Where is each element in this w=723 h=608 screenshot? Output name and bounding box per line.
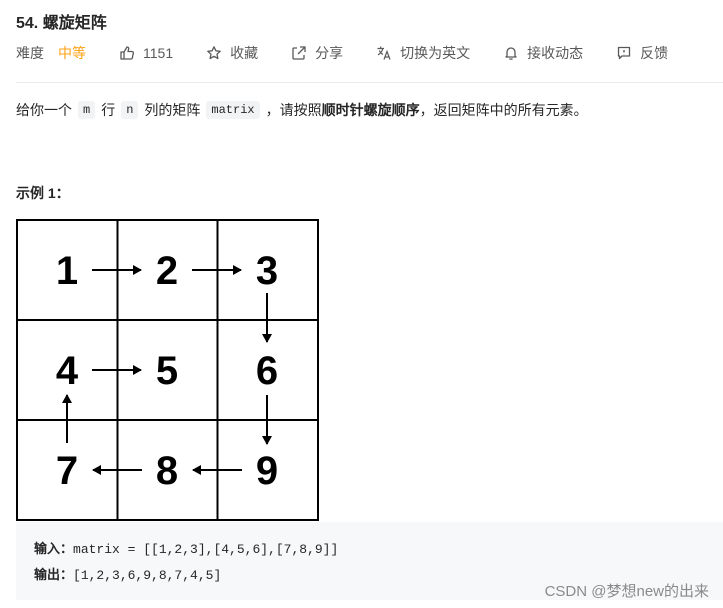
- input-label: 输入：: [34, 542, 74, 557]
- subscribe-label: 接收动态: [527, 45, 584, 61]
- matrix-cell: 1: [56, 249, 78, 293]
- feedback-button[interactable]: 反馈: [616, 43, 668, 63]
- desc-text: 行: [101, 102, 116, 118]
- matrix-cell: 4: [56, 349, 79, 393]
- matrix-cell: 3: [256, 249, 278, 293]
- matrix-cell: 9: [256, 449, 278, 493]
- difficulty-label: 难度: [16, 45, 44, 61]
- difficulty-badge: 中等: [58, 45, 86, 61]
- share-label: 分享: [315, 45, 344, 61]
- matrix-cell: 6: [256, 349, 278, 393]
- inline-code-matrix: matrix: [206, 101, 260, 119]
- desc-text: 列的矩阵: [144, 102, 201, 118]
- share-button[interactable]: 分享: [291, 43, 343, 63]
- favorite-button[interactable]: 收藏: [206, 43, 258, 63]
- inline-code-m: m: [78, 101, 96, 119]
- translate-icon: [377, 46, 391, 60]
- feedback-icon: [617, 46, 631, 60]
- output-label: 输出：: [34, 568, 74, 583]
- divider: [16, 82, 723, 83]
- desc-text: 给你一个: [16, 102, 72, 118]
- problem-meta-bar: 难度 中等 1151 收藏 分享 切换为英文 接收动态 反馈: [16, 43, 701, 63]
- desc-text: ，请按照: [265, 102, 322, 118]
- star-icon: [207, 46, 221, 60]
- output-value: [1,2,3,6,9,8,7,4,5]: [73, 568, 222, 583]
- matrix-cell: 2: [156, 249, 178, 293]
- spiral-matrix-figure: 1 2 3 4 5 6 7 8 9: [16, 219, 319, 526]
- switch-language-button[interactable]: 切换为英文: [376, 43, 470, 63]
- example-title: 示例 1：: [16, 185, 70, 201]
- problem-description: 给你一个 m 行 n 列的矩阵 matrix ，请按照 顺时针螺旋顺序 ，返回矩…: [16, 100, 588, 120]
- bell-icon: [505, 47, 517, 60]
- matrix-diagram: 1 2 3 4 5 6 7 8 9: [16, 219, 319, 521]
- matrix-cell: 8: [156, 449, 178, 493]
- switch-language-label: 切换为英文: [400, 45, 471, 61]
- problem-title: 54. 螺旋矩阵: [16, 15, 107, 32]
- like-count: 1151: [143, 45, 174, 61]
- like-button[interactable]: 1151: [119, 45, 173, 61]
- input-value: matrix = [[1,2,3],[4,5,6],[7,8,9]]: [73, 542, 339, 557]
- matrix-cell: 5: [156, 349, 178, 393]
- subscribe-button[interactable]: 接收动态: [503, 43, 583, 63]
- matrix-cell: 7: [56, 449, 78, 493]
- example-input-line: 输入：matrix = [[1,2,3],[4,5,6],[7,8,9]]: [34, 538, 338, 557]
- feedback-label: 反馈: [640, 45, 669, 61]
- example-output-line: 输出：[1,2,3,6,9,8,7,4,5]: [34, 564, 221, 583]
- favorite-label: 收藏: [230, 45, 259, 61]
- watermark: CSDN @梦想new的出来: [544, 583, 709, 600]
- desc-text: ，返回矩阵中的所有元素。: [419, 102, 588, 118]
- inline-code-n: n: [121, 101, 139, 119]
- thumbs-up-icon: [120, 46, 134, 60]
- desc-bold-text: 顺时针螺旋顺序: [321, 102, 420, 118]
- share-icon: [292, 46, 306, 60]
